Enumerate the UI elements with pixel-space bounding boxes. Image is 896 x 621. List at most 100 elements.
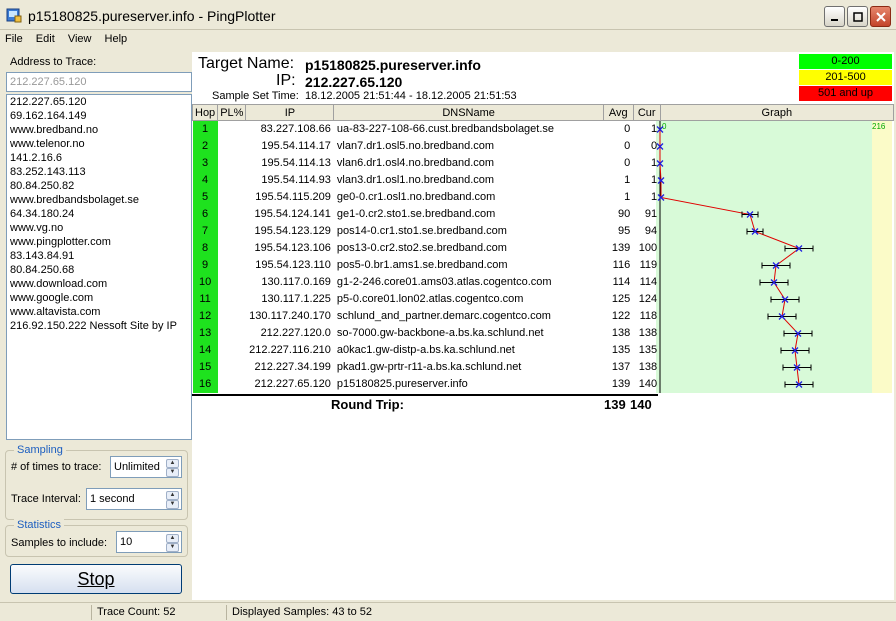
history-item[interactable]: 83.143.84.91	[7, 249, 191, 263]
hop-dnsname: a0kac1.gw-distp-a.bs.ka.schlund.net	[336, 344, 515, 356]
samples-to-include-value: 10	[120, 536, 133, 548]
hop-avg: 0	[624, 140, 631, 152]
hop-avg: 0	[624, 123, 631, 136]
history-item[interactable]: www.telenor.no	[7, 137, 191, 151]
hop-dnsname: vlan6.dr1.osl4.no.bredband.com	[336, 157, 495, 169]
minimize-button[interactable]	[824, 6, 845, 27]
history-item[interactable]: www.google.com	[7, 291, 191, 305]
hop-dnsname: p15180825.pureserver.info	[336, 378, 468, 390]
hop-ip: 195.54.123.106	[254, 242, 331, 254]
history-item[interactable]: 64.34.180.24	[7, 207, 191, 221]
round-trip-cur: 140	[630, 397, 652, 412]
hop-dnsname: ge1-0.cr2.sto1.se.bredband.com	[336, 208, 496, 220]
menu-help[interactable]: Help	[100, 30, 133, 45]
packet-loss	[218, 223, 246, 240]
trace-count-status: Trace Count: 52	[93, 605, 227, 620]
packet-loss	[218, 291, 246, 308]
packet-loss	[218, 257, 246, 274]
hop-ip: 212.227.120.0	[260, 327, 331, 339]
round-trip-avg: 139	[604, 397, 626, 412]
history-item[interactable]: 141.2.16.6	[7, 151, 191, 165]
hop-number: 9	[192, 256, 218, 274]
sampling-title: Sampling	[14, 444, 66, 456]
hop-avg: 1	[624, 174, 631, 186]
history-item[interactable]: www.altavista.com	[7, 305, 191, 319]
hop-number: 7	[192, 222, 218, 240]
hop-avg: 95	[617, 225, 631, 237]
packet-loss	[218, 274, 246, 291]
col-hop[interactable]: Hop	[191, 104, 219, 121]
hop-dnsname: g1-2-246.core01.ams03.atlas.cogentco.com	[336, 276, 552, 288]
menu-file[interactable]: File	[0, 30, 28, 45]
hop-dnsname: so-7000.gw-backbone-a.bs.ka.schlund.net	[336, 327, 544, 339]
spin-up-icon[interactable]: ▲	[166, 491, 179, 500]
history-item[interactable]: 83.252.143.113	[7, 165, 191, 179]
status-cell-empty	[4, 605, 92, 620]
sampling-group: Sampling # of times to trace: Unlimited …	[5, 444, 188, 520]
hop-avg: 122	[611, 310, 631, 322]
hop-number: 10	[192, 273, 218, 291]
menu-edit[interactable]: Edit	[31, 30, 60, 45]
hop-number: 8	[192, 239, 218, 257]
close-button[interactable]	[870, 6, 891, 27]
address-input[interactable]: 212.227.65.120	[6, 72, 192, 92]
hop-avg: 137	[611, 361, 631, 373]
spin-up-icon[interactable]: ▲	[166, 534, 179, 543]
hop-number: 14	[192, 341, 218, 359]
history-item[interactable]: www.pingplotter.com	[7, 235, 191, 249]
history-item[interactable]: 69.162.164.149	[7, 109, 191, 123]
hop-number: 2	[192, 137, 218, 155]
hop-number: 4	[192, 171, 218, 189]
spin-down-icon[interactable]: ▼	[166, 500, 179, 509]
minimize-icon	[830, 18, 838, 21]
maximize-button[interactable]	[847, 6, 868, 27]
spin-down-icon[interactable]: ▼	[166, 468, 179, 477]
col-graph[interactable]: Graph	[659, 104, 895, 121]
spin-up-icon[interactable]: ▲	[166, 459, 179, 468]
history-item[interactable]: www.bredbandsbolaget.se	[7, 193, 191, 207]
history-item[interactable]: www.download.com	[7, 277, 191, 291]
spin-buttons[interactable]: ▲ ▼	[166, 534, 179, 552]
hop-ip: 130.117.0.169	[261, 276, 331, 288]
times-to-trace-value: Unlimited	[114, 461, 160, 473]
hop-ip: 195.54.114.13	[261, 157, 331, 169]
hop-ip: 195.54.123.129	[254, 225, 331, 237]
col-ip[interactable]: IP	[245, 104, 335, 121]
round-trip-row: Round Trip: 139 140	[192, 394, 658, 412]
trace-interval-spinner[interactable]: 1 second ▲ ▼	[86, 488, 182, 510]
history-item[interactable]: 212.227.65.120	[7, 95, 191, 109]
packet-loss	[218, 172, 246, 189]
hop-ip: 195.54.115.209	[255, 191, 331, 203]
graph-max-label: 216	[872, 122, 886, 131]
menu-view[interactable]: View	[63, 30, 97, 45]
hop-ip: 195.54.114.93	[261, 174, 331, 186]
hop-number: 16	[192, 375, 218, 393]
history-item[interactable]: www.vg.no	[7, 221, 191, 235]
latency-graph: 0 216	[656, 121, 886, 393]
spin-buttons[interactable]: ▲ ▼	[166, 459, 179, 477]
history-item[interactable]: www.bredband.no	[7, 123, 191, 137]
packet-loss	[218, 155, 246, 172]
packet-loss	[218, 376, 246, 393]
hop-dnsname: pos5-0.br1.ams1.se.bredband.com	[336, 259, 508, 271]
history-item[interactable]: 216.92.150.222 Nessoft Site by IP	[7, 319, 191, 333]
history-item[interactable]: 80.84.250.68	[7, 263, 191, 277]
stop-button[interactable]: Stop	[10, 564, 182, 594]
hop-dnsname: p5-0.core01.lon02.atlas.cogentco.com	[336, 293, 524, 305]
spin-down-icon[interactable]: ▼	[166, 543, 179, 552]
col-cur[interactable]: Cur	[632, 104, 661, 121]
packet-loss	[218, 189, 246, 206]
main-panel: Target Name: p15180825.pureserver.info I…	[191, 52, 895, 600]
legend-high: 501 and up	[799, 86, 892, 101]
times-to-trace-spinner[interactable]: Unlimited ▲ ▼	[110, 456, 182, 478]
history-item[interactable]: 80.84.250.82	[7, 179, 191, 193]
sample-set-label: Sample Set Time:	[212, 90, 299, 102]
hop-avg: 90	[617, 208, 631, 220]
col-avg[interactable]: Avg	[602, 104, 634, 121]
times-to-trace-label: # of times to trace:	[11, 461, 102, 473]
spin-buttons[interactable]: ▲ ▼	[166, 491, 179, 509]
hop-ip: 195.54.123.110	[255, 259, 331, 271]
samples-to-include-spinner[interactable]: 10 ▲ ▼	[116, 531, 182, 553]
col-dnsname[interactable]: DNSName	[333, 104, 604, 121]
col-pl[interactable]: PL%	[217, 104, 247, 121]
